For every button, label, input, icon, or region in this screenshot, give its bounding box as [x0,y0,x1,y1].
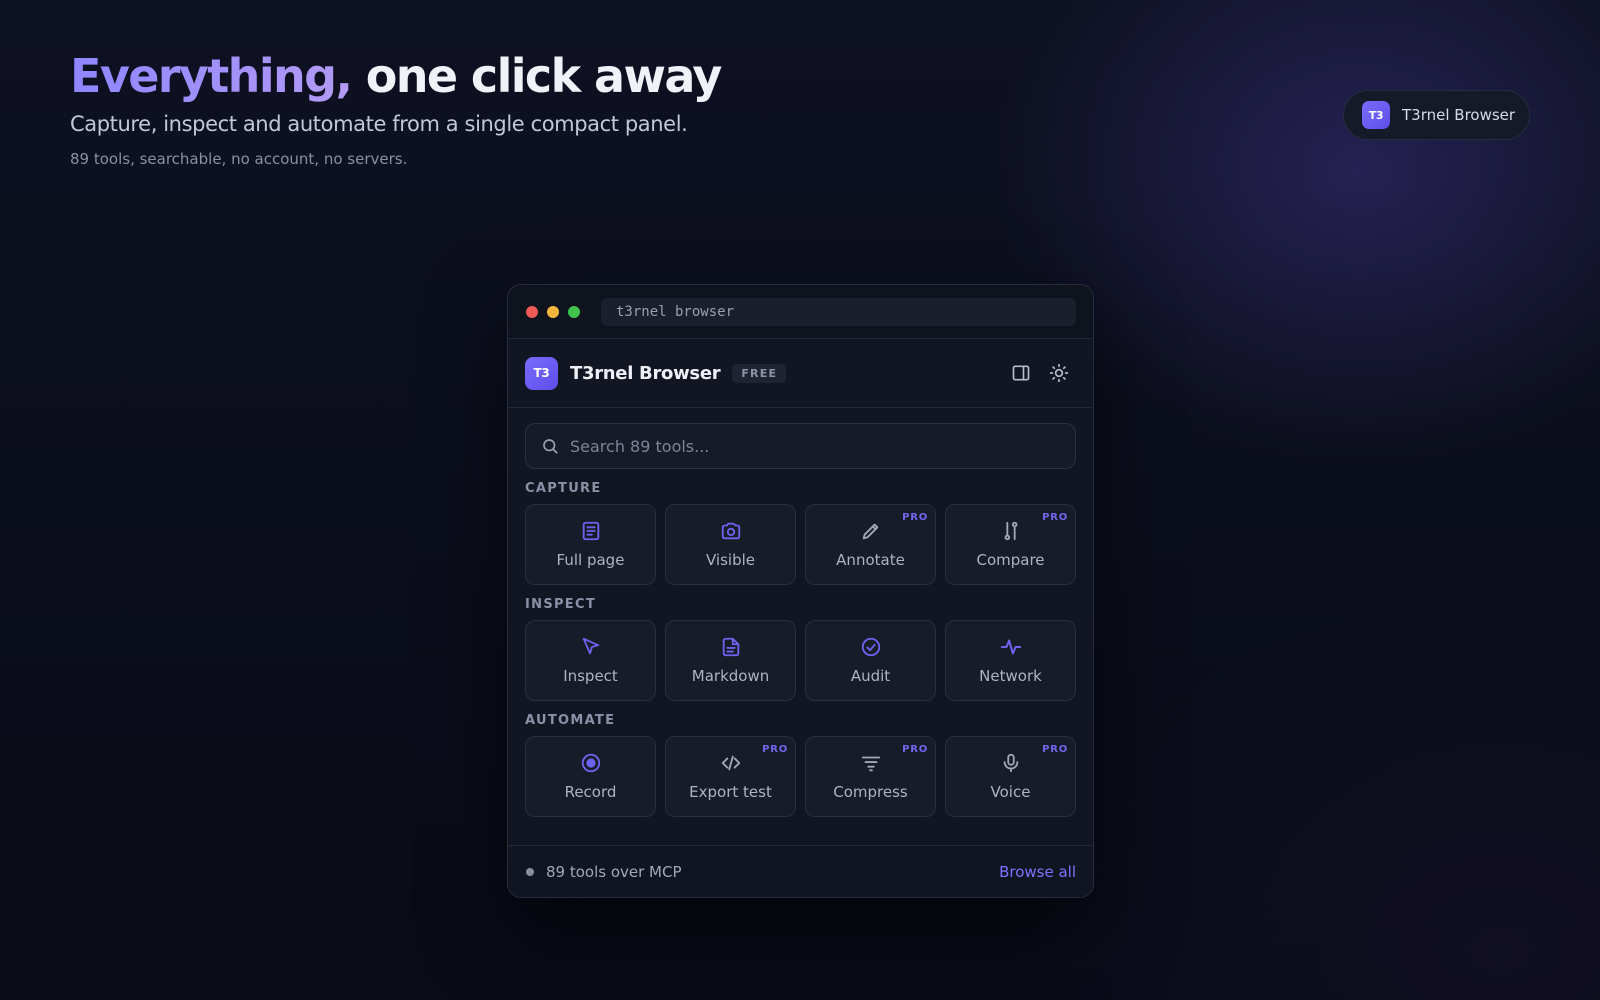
panel-body: CAPTUREFull pageVisibleAnnotatePROCompar… [508,408,1093,817]
window-titlebar: t3rnel browser [508,285,1093,339]
hero-subtitle: Capture, inspect and automate from a sin… [70,112,688,136]
section-label-automate: AUTOMATE [525,713,616,728]
check-circle-icon [860,636,882,658]
tool-full-page-button[interactable]: Full page [525,504,656,585]
toggle-sidebar-button[interactable] [1005,357,1037,389]
tool-label: Compare [976,551,1045,569]
pro-badge: PRO [1042,744,1068,755]
activity-icon [1000,636,1022,658]
pro-badge: PRO [1042,512,1068,523]
panel-footer: 89 tools over MCP Browse all [508,845,1093,897]
tool-network-button[interactable]: Network [945,620,1076,701]
tool-label: Record [564,783,617,801]
close-window-button[interactable] [526,305,538,318]
tool-label: Inspect [563,667,618,685]
tool-label: Annotate [836,551,905,569]
tool-audit-button[interactable]: Audit [805,620,936,701]
tool-export-test-button[interactable]: Export test PRO [665,736,796,817]
tool-label: Full page [556,551,625,569]
pro-badge: PRO [902,744,928,755]
search-box[interactable] [525,423,1076,469]
tool-sections: CAPTURE Full page Visible Annotate PRO Compar… [525,481,1076,817]
browse-all-link[interactable]: Browse all [999,863,1076,881]
extension-panel: t3rnel browser T3 T3rnel Browser FREE CA… [507,284,1094,898]
hero-note: 89 tools, searchable, no account, no ser… [70,150,408,168]
camera-icon [720,520,742,542]
tool-label: Visible [706,551,755,569]
mcp-status-text: 89 tools over MCP [546,862,682,881]
tool-label: Audit [850,667,891,685]
hero-title: Everything, one click away [70,48,723,104]
hero: Everything, one click away Capture, insp… [70,48,723,168]
tool-annotate-button[interactable]: Annotate PRO [805,504,936,585]
hero-title-accent: Everything, [70,49,353,103]
tool-grid-capture: Full page Visible Annotate PRO Compare PRO [525,504,1076,585]
brand-logo: T3 [1362,101,1390,129]
pencil-icon [860,520,882,542]
pro-badge: PRO [902,512,928,523]
hero-title-rest: one click away [351,49,723,103]
search-icon [543,439,558,454]
file-text-icon [720,636,742,658]
tool-inspect-button[interactable]: Inspect [525,620,656,701]
tool-compare-button[interactable]: Compare PRO [945,504,1076,585]
sun-icon [1049,363,1069,383]
tool-label: Export test [689,783,772,801]
search-input[interactable] [570,436,1075,456]
theme-toggle-button[interactable] [1043,357,1075,389]
tool-label: Voice [990,783,1031,801]
address-bar[interactable]: t3rnel browser [601,297,1076,326]
tool-voice-button[interactable]: Voice PRO [945,736,1076,817]
document-icon [580,520,602,542]
tool-label: Markdown [691,667,770,685]
brand-pill[interactable]: T3 T3rnel Browser [1343,90,1530,140]
tool-label: Network [979,667,1042,685]
compare-icon [1000,520,1022,542]
app-header: T3 T3rnel Browser FREE [508,339,1093,408]
tool-label: Compress [833,783,908,801]
cursor-icon [580,636,602,658]
section-label-capture: CAPTURE [525,481,602,496]
sidebar-panel-icon [1012,365,1030,381]
code-icon [720,752,742,774]
filter-icon [860,752,882,774]
status-dot [526,867,534,876]
tool-grid-inspect: Inspect Markdown Audit Network [525,620,1076,701]
tool-visible-button[interactable]: Visible [665,504,796,585]
record-icon [580,752,602,774]
brand-pill-label: T3rnel Browser [1402,106,1516,124]
section-label-inspect: INSPECT [525,597,596,612]
app-name: T3rnel Browser [570,362,721,384]
app-logo: T3 [525,356,558,390]
plan-badge: FREE [732,363,787,383]
tool-record-button[interactable]: Record [525,736,656,817]
tool-grid-automate: Record Export test PRO Compress PRO Voice PRO [525,736,1076,817]
minimize-window-button[interactable] [547,305,559,318]
pro-badge: PRO [762,744,788,755]
tool-markdown-button[interactable]: Markdown [665,620,796,701]
tool-compress-button[interactable]: Compress PRO [805,736,936,817]
microphone-icon [1000,752,1022,774]
maximize-window-button[interactable] [568,305,580,318]
